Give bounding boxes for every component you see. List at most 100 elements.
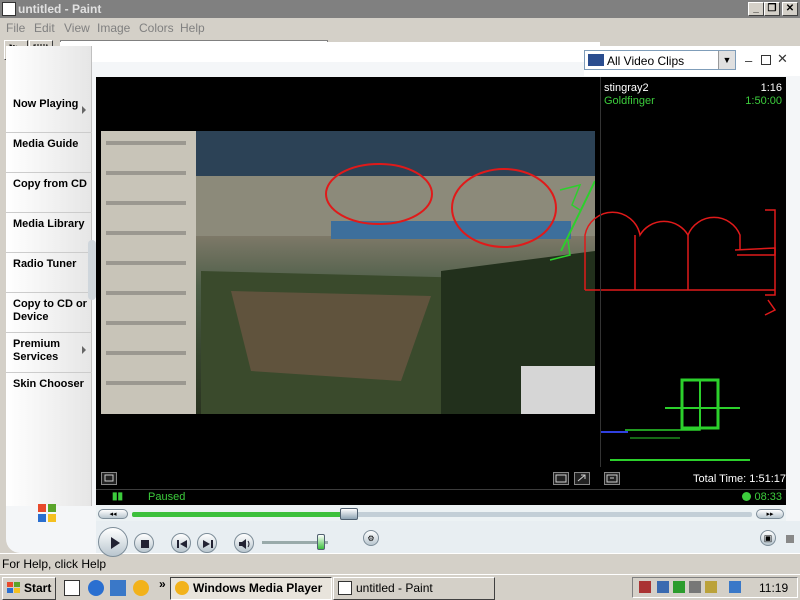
menu-edit[interactable]: Edit <box>34 21 55 35</box>
media-player-quicklaunch-icon[interactable] <box>133 580 149 596</box>
task-label: Copy to CD or Device <box>13 298 87 323</box>
chevron-right-icon <box>82 106 86 114</box>
paint-status-text: For Help, click Help <box>2 557 107 571</box>
taskbar-button-label: Windows Media Player <box>193 581 323 595</box>
full-screen-button[interactable] <box>574 472 590 485</box>
taskbar-button-paint[interactable]: untitled - Paint <box>333 577 495 600</box>
clock: 11:19 <box>759 581 789 595</box>
task-premium-services[interactable]: Premium Services <box>6 332 92 373</box>
task-media-library[interactable]: Media Library <box>6 212 92 253</box>
video-scene <box>101 131 595 414</box>
fit-video-button[interactable] <box>553 472 569 485</box>
menu-help[interactable]: Help <box>180 21 205 35</box>
paint-app-icon <box>2 2 16 16</box>
task-label: Skin Chooser <box>13 378 84 390</box>
stop-button[interactable] <box>134 533 154 553</box>
playlist-divider <box>600 77 601 467</box>
pause-indicator-icon: ▮▮ <box>112 491 124 502</box>
playlist-item-active[interactable]: Goldfinger 1:50:00 <box>604 95 782 109</box>
tray-connection-icon[interactable] <box>689 581 701 593</box>
playlist-select[interactable]: All Video Clips ▼ <box>584 50 736 70</box>
resize-grip[interactable] <box>786 535 794 543</box>
task-label: Radio Tuner <box>13 258 77 270</box>
sidebar-collapse-handle[interactable] <box>88 240 96 300</box>
taskbar-button-wmp[interactable]: Windows Media Player <box>170 577 332 600</box>
annotation-overlay <box>549 183 777 461</box>
wmp-icon <box>175 581 189 595</box>
previous-button[interactable] <box>171 533 191 553</box>
elapsed-time: 08:33 <box>754 491 782 503</box>
tray-calendar-icon[interactable] <box>639 581 651 593</box>
next-frame-button[interactable]: ▸▸ <box>756 509 784 519</box>
equalizer-button[interactable]: ⚙ <box>363 530 379 546</box>
close-button[interactable]: ✕ <box>782 2 798 16</box>
quicklaunch-overflow[interactable]: » <box>159 577 166 591</box>
paint-icon <box>338 581 352 595</box>
restore-button[interactable]: ❐ <box>764 2 780 16</box>
windows-logo-icon <box>38 504 56 522</box>
task-label: Media Library <box>13 218 85 230</box>
taskbar-button-label: untitled - Paint <box>356 581 433 595</box>
taskbar-toggle-icon <box>104 474 114 482</box>
paint-title: untitled - Paint <box>18 2 102 16</box>
task-copy-from-cd[interactable]: Copy from CD <box>6 172 92 213</box>
tray-volume-icon[interactable] <box>705 581 717 593</box>
menu-file[interactable]: File <box>6 21 25 35</box>
task-now-playing[interactable]: Now Playing <box>6 92 92 133</box>
tray-antivirus-icon[interactable] <box>673 581 685 593</box>
video-frame[interactable] <box>101 131 595 414</box>
playlist-item[interactable]: stingray2 1:16 <box>604 82 782 96</box>
menu-colors[interactable]: Colors <box>139 21 174 35</box>
stop-icon <box>141 540 149 548</box>
paint-menubar: File Edit View Image Colors Help <box>0 18 800 38</box>
playlist-item-duration: 1:50:00 <box>745 95 782 107</box>
play-icon <box>111 537 120 549</box>
playlist-item-duration: 1:16 <box>760 82 782 94</box>
task-radio-tuner[interactable]: Radio Tuner <box>6 252 92 293</box>
volume-thumb[interactable] <box>317 534 326 550</box>
menu-view[interactable]: View <box>64 21 90 35</box>
wmp-maximize-button[interactable] <box>761 55 771 65</box>
task-label: Premium Services <box>13 338 61 363</box>
show-desktop-icon[interactable] <box>64 580 80 596</box>
internet-explorer-icon[interactable] <box>88 580 104 596</box>
mute-button[interactable] <box>234 533 254 553</box>
task-label: Copy from CD <box>13 178 87 190</box>
playlist-select-value: All Video Clips <box>607 54 685 68</box>
tray-user-icon[interactable] <box>729 581 741 593</box>
wmp-close-button[interactable]: ✕ <box>777 51 791 66</box>
task-skin-chooser[interactable]: Skin Chooser <box>6 372 92 412</box>
system-tray: 11:19 <box>632 577 798 598</box>
tray-network-icon[interactable] <box>657 581 669 593</box>
outlook-icon[interactable] <box>110 580 126 596</box>
playlist-toggle-icon <box>606 474 618 483</box>
toggle-taskbar-button[interactable] <box>101 472 117 485</box>
full-screen-icon <box>577 474 586 482</box>
fit-video-icon <box>555 474 567 483</box>
play-button[interactable] <box>98 527 128 557</box>
compact-mode-button[interactable]: ▣ <box>760 530 776 546</box>
windows-taskbar: Start » Windows Media Player untitled - … <box>0 574 800 600</box>
playlist-item-title: Goldfinger <box>604 95 655 107</box>
next-icon <box>203 540 213 548</box>
status-text: Paused <box>148 491 186 503</box>
task-media-guide[interactable]: Media Guide <box>6 132 92 173</box>
paint-titlebar: untitled - Paint _ ❐ ✕ <box>0 0 800 18</box>
total-time: Total Time: 1:51:17 <box>693 473 786 485</box>
task-label: Now Playing <box>13 98 79 110</box>
menu-image[interactable]: Image <box>97 21 130 35</box>
previous-frame-button[interactable]: ◂◂ <box>98 509 128 519</box>
chevron-down-icon[interactable]: ▼ <box>718 51 735 69</box>
wmp-minimize-button[interactable]: – <box>745 53 757 68</box>
task-label: Media Guide <box>13 138 79 150</box>
start-button[interactable]: Start <box>2 577 56 600</box>
chevron-right-icon <box>82 346 86 354</box>
wmp-frame-top <box>60 42 600 62</box>
seek-thumb[interactable] <box>340 508 358 520</box>
task-copy-to-cd[interactable]: Copy to CD or Device <box>6 292 92 333</box>
clock-icon <box>742 492 751 501</box>
playlist-item-title: stingray2 <box>604 82 649 94</box>
next-button[interactable] <box>197 533 217 553</box>
toggle-playlist-button[interactable] <box>604 472 620 485</box>
minimize-button[interactable]: _ <box>748 2 764 16</box>
